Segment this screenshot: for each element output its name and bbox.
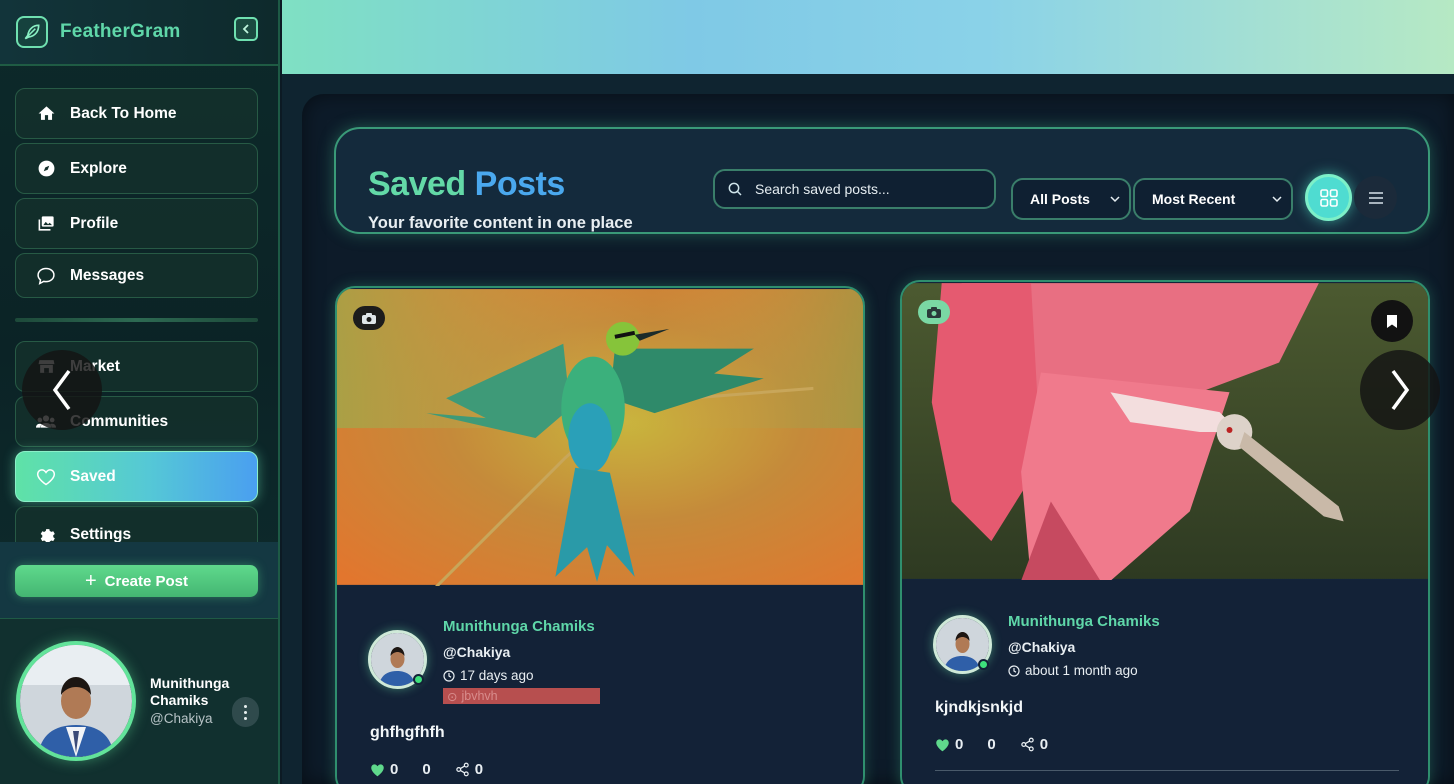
cover-banner — [282, 0, 1454, 74]
post-caption: ghfhgfhfh — [370, 724, 445, 741]
page-title: Saved Posts — [368, 165, 565, 204]
comment-count: 0 — [422, 761, 431, 778]
collapse-sidebar-button[interactable] — [234, 17, 258, 41]
list-icon — [1368, 191, 1383, 204]
share-button[interactable]: 0 — [455, 761, 483, 778]
post-time-text: about 1 month ago — [1025, 663, 1138, 678]
clock-icon — [443, 669, 455, 682]
sidebar-item-profile[interactable]: Profile — [15, 198, 258, 249]
post-location: ⊙ jbvhvh — [443, 688, 600, 704]
heart-icon — [371, 763, 384, 776]
post-image[interactable] — [337, 288, 863, 586]
share-icon — [1020, 737, 1034, 752]
post-card[interactable]: Munithunga Chamiks @Chakiya about 1 mont… — [900, 280, 1430, 784]
page-title-part1: Saved — [368, 165, 466, 203]
chat-bubble-icon — [36, 266, 56, 286]
bookmark-button[interactable] — [1371, 300, 1413, 342]
current-user-handle: @Chakiya — [150, 711, 213, 726]
feather-logo-icon — [16, 16, 48, 48]
share-icon — [455, 762, 469, 777]
list-view-button[interactable] — [1354, 176, 1397, 219]
page-subtitle: Your favorite content in one place — [368, 214, 633, 232]
like-count: 0 — [955, 736, 964, 753]
post-body: Munithunga Chamiks @Chakiya about 1 mont… — [902, 580, 1428, 784]
filter-select-value: All Posts — [1030, 191, 1090, 207]
card-divider — [935, 770, 1399, 771]
sort-select[interactable]: Most Recent — [1133, 178, 1293, 220]
author-name[interactable]: Munithunga Chamiks — [443, 618, 595, 635]
author-handle: @Chakiya — [1008, 639, 1076, 655]
author-name[interactable]: Munithunga Chamiks — [1008, 613, 1160, 630]
post-card[interactable]: Munithunga Chamiks @Chakiya 17 days ago … — [335, 286, 865, 784]
share-count: 0 — [474, 761, 484, 778]
create-post-label: Create Post — [104, 572, 189, 590]
current-user-name: Munithunga Chamiks — [150, 675, 230, 708]
sidebar-item-label: Profile — [70, 214, 119, 232]
sidebar-item-messages[interactable]: Messages — [15, 253, 258, 298]
create-post-button[interactable]: + Create Post — [15, 565, 258, 597]
bookmark-icon — [1387, 314, 1397, 328]
post-time: about 1 month ago — [1008, 663, 1138, 678]
location-pin-icon: ⊙ — [447, 689, 458, 704]
sidebar-item-explore[interactable]: Explore — [15, 143, 258, 194]
sidebar-item-label: Back To Home — [70, 104, 177, 122]
heart-icon — [36, 467, 56, 487]
plus-icon: + — [84, 570, 97, 592]
carousel-next-button[interactable] — [1360, 350, 1440, 430]
chevron-down-icon — [1272, 196, 1282, 203]
chevron-right-icon — [1391, 369, 1410, 411]
post-stats: 0 0 0 — [370, 761, 507, 778]
post-image[interactable] — [902, 282, 1428, 580]
sidebar-item-label: Explore — [70, 159, 127, 177]
chevron-down-icon — [1110, 196, 1120, 203]
sidebar-item-settings[interactable]: Settings — [15, 506, 258, 546]
home-icon — [36, 104, 56, 124]
grid-icon — [1319, 188, 1338, 207]
post-body: Munithunga Chamiks @Chakiya 17 days ago … — [337, 586, 863, 784]
camera-icon — [918, 300, 950, 324]
grid-view-button[interactable] — [1305, 174, 1352, 221]
sidebar-item-label: Messages — [70, 266, 145, 284]
post-location-text: jbvhvh — [461, 689, 498, 703]
search-box[interactable] — [713, 169, 996, 209]
camera-icon — [353, 306, 385, 330]
sidebar-item-back-to-home[interactable]: Back To Home — [15, 88, 258, 139]
filter-select[interactable]: All Posts — [1011, 178, 1131, 220]
online-indicator — [978, 659, 989, 670]
post-caption: kjndkjsnkjd — [935, 699, 1024, 716]
sort-select-value: Most Recent — [1152, 191, 1236, 207]
page-title-part2: Posts — [474, 165, 566, 203]
share-count: 0 — [1039, 736, 1049, 753]
avatar[interactable] — [16, 641, 136, 761]
comment-button[interactable]: 0 — [987, 736, 995, 753]
comment-button[interactable]: 0 — [422, 761, 430, 778]
current-user-card: Munithunga Chamiks @Chakiya — [0, 618, 278, 784]
app-name: FeatherGram — [60, 21, 181, 42]
post-stats: 0 0 0 — [935, 736, 1072, 753]
more-options-button[interactable] — [232, 697, 259, 727]
author-handle: @Chakiya — [443, 644, 511, 660]
online-indicator — [413, 674, 424, 685]
like-button[interactable]: 0 — [370, 761, 398, 778]
post-time: 17 days ago — [443, 668, 534, 683]
search-icon — [728, 182, 742, 196]
images-icon — [36, 214, 56, 234]
search-input[interactable] — [755, 181, 975, 197]
like-count: 0 — [390, 761, 399, 778]
sidebar-divider — [15, 318, 258, 322]
comment-count: 0 — [987, 736, 996, 753]
compass-icon — [36, 159, 56, 179]
chevron-left-icon — [52, 369, 71, 411]
chevron-left-icon — [242, 24, 249, 34]
share-button[interactable]: 0 — [1020, 736, 1048, 753]
sidebar-item-label: Saved — [70, 467, 116, 485]
like-button[interactable]: 0 — [935, 736, 963, 753]
carousel-prev-button[interactable] — [22, 350, 102, 430]
sidebar-item-saved[interactable]: Saved — [15, 451, 258, 502]
post-time-text: 17 days ago — [460, 668, 534, 683]
heart-icon — [936, 738, 949, 751]
clock-icon — [1008, 664, 1020, 677]
